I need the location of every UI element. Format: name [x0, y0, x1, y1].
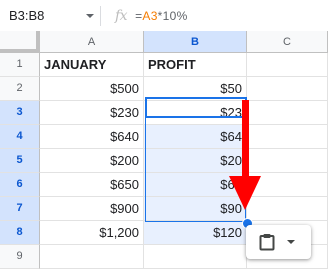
row-header-1[interactable]: 1 — [0, 53, 40, 77]
chevron-down-icon[interactable] — [86, 14, 94, 18]
cell-b3[interactable]: $23 — [144, 101, 247, 125]
cell-b8[interactable]: $120 — [144, 221, 247, 245]
formula-reference: A3 — [142, 8, 158, 23]
row-header-5[interactable]: 5 — [0, 149, 40, 173]
cell-a8[interactable]: $1,200 — [40, 221, 144, 245]
select-all-corner[interactable] — [0, 31, 40, 53]
cell-b4[interactable]: $64 — [144, 125, 247, 149]
cell-a4[interactable]: $640 — [40, 125, 144, 149]
row-header-7[interactable]: 7 — [0, 197, 40, 221]
clipboard-icon — [259, 234, 275, 251]
cell-b2[interactable]: $50 — [144, 77, 247, 101]
name-box[interactable]: B3:B8 — [0, 0, 96, 31]
row-header-2[interactable]: 2 — [0, 77, 40, 101]
cell-b9[interactable] — [144, 245, 247, 269]
fx-icon: fx — [115, 7, 128, 24]
formula-operation: *10% — [157, 8, 188, 23]
cell-a1[interactable]: JANUARY — [40, 53, 144, 77]
row-header-9[interactable]: 9 — [0, 245, 40, 269]
divider — [100, 5, 101, 26]
cell-c5[interactable] — [247, 149, 328, 173]
cell-c2[interactable] — [247, 77, 328, 101]
chevron-down-icon — [287, 240, 295, 244]
cell-b1[interactable]: PROFIT — [144, 53, 247, 77]
red-arrow-shaft — [242, 100, 249, 180]
formula-bar: B3:B8 fx =A3*10% — [0, 0, 328, 32]
column-header-a[interactable]: A — [40, 31, 144, 53]
cell-a7[interactable]: $900 — [40, 197, 144, 221]
cell-c1[interactable] — [247, 53, 328, 77]
row-header-8[interactable]: 8 — [0, 221, 40, 245]
cell-c4[interactable] — [247, 125, 328, 149]
cell-a5[interactable]: $200 — [40, 149, 144, 173]
cell-c3[interactable] — [247, 101, 328, 125]
formula-input[interactable]: =A3*10% — [135, 9, 187, 23]
paste-options-button[interactable] — [246, 225, 311, 259]
cell-b5[interactable]: $20 — [144, 149, 247, 173]
red-arrow-head — [229, 176, 261, 210]
name-box-value: B3:B8 — [9, 8, 45, 23]
column-header-c[interactable]: C — [247, 31, 328, 53]
cell-a2[interactable]: $500 — [40, 77, 144, 101]
cell-a3[interactable]: $230 — [40, 101, 144, 125]
column-header-b[interactable]: B — [144, 31, 247, 53]
cell-a6[interactable]: $650 — [40, 173, 144, 197]
row-header-4[interactable]: 4 — [0, 125, 40, 149]
row-header-6[interactable]: 6 — [0, 173, 40, 197]
row-header-3[interactable]: 3 — [0, 101, 40, 125]
cell-a9[interactable] — [40, 245, 144, 269]
